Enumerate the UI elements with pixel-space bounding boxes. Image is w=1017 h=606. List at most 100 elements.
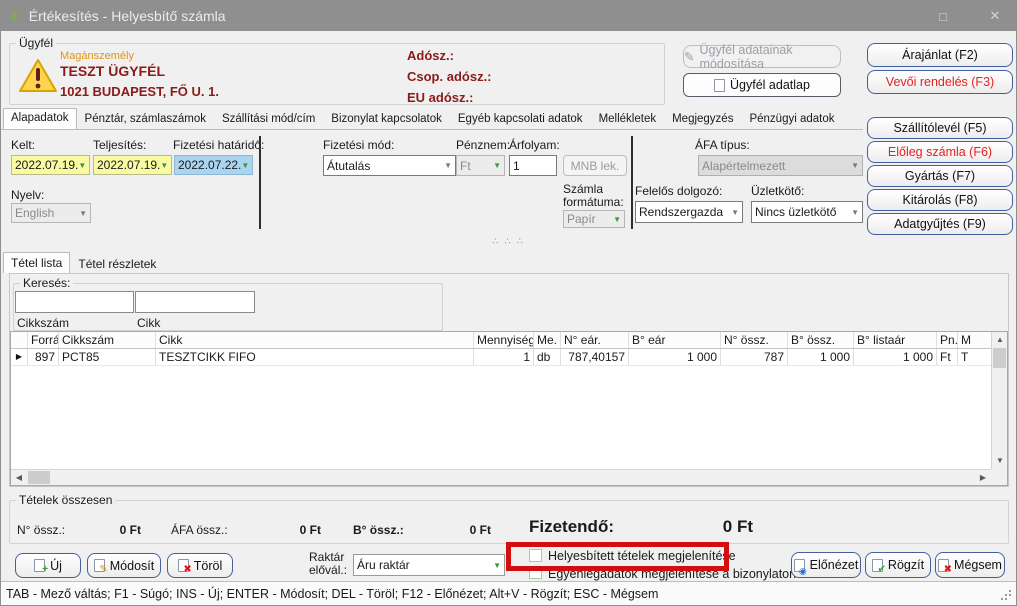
raktar-select[interactable]: Áru raktár ▼ bbox=[353, 554, 505, 576]
horizontal-scrollbar[interactable]: ◀ ▶ bbox=[11, 469, 991, 485]
fizetesi-hatarido-label: Fizetési határidő: bbox=[173, 138, 264, 152]
table-header-cell[interactable]: Pn. bbox=[937, 332, 958, 348]
table-header-row: Forrás Cikkszám Cikk Mennyiség Me. N° eá… bbox=[11, 332, 991, 349]
tab-alapadatok[interactable]: Alapadatok bbox=[3, 108, 77, 129]
chevron-down-icon[interactable]: ▼ bbox=[851, 208, 859, 217]
fizetesi-hatarido-date-picker[interactable]: 2022.07.22. ▼ bbox=[174, 155, 253, 175]
modify-customer-button[interactable]: ✎ Ügyfél adatainak módosítása bbox=[683, 45, 841, 68]
cikkszam-search-input[interactable] bbox=[15, 291, 134, 313]
raktar-value: Áru raktár bbox=[357, 558, 410, 572]
tab-mellekletek[interactable]: Mellékletek bbox=[591, 110, 665, 129]
table-header-cell[interactable]: N° eár. bbox=[561, 332, 629, 348]
table-row[interactable]: ▶ 897 PCT85 TESZTCIKK FIFO 1 db 787,4015… bbox=[11, 349, 991, 366]
tab-penztar-szamlaszamok[interactable]: Pénztár, számlaszámok bbox=[77, 110, 214, 129]
splitter-handle[interactable]: ∴ ∴ ∴ bbox=[1, 233, 1016, 249]
rogzit-button[interactable]: ✔ Rögzít bbox=[865, 552, 931, 578]
nyelv-label: Nyelv: bbox=[11, 188, 44, 202]
customer-datasheet-button[interactable]: Ügyfél adatlap bbox=[683, 73, 841, 97]
chevron-down-icon[interactable]: ▼ bbox=[160, 161, 168, 170]
warning-triangle-icon bbox=[18, 58, 58, 97]
fizetesi-mod-value: Átutalás bbox=[327, 159, 370, 173]
szamla-formatuma-select[interactable]: Papír ▼ bbox=[563, 210, 625, 228]
tab-tetel-lista[interactable]: Tétel lista bbox=[3, 252, 70, 273]
teljesites-date-picker[interactable]: 2022.07.19. ▼ bbox=[93, 155, 172, 175]
table-header-cell[interactable]: B° listaár bbox=[854, 332, 937, 348]
mnb-lekerdezes-button[interactable]: MNB lek. bbox=[563, 155, 627, 176]
red-cross-icon: ✖ bbox=[944, 565, 952, 575]
chevron-down-icon[interactable]: ▼ bbox=[78, 161, 86, 170]
horizontal-scrollbar-thumb[interactable] bbox=[28, 471, 50, 484]
fizetesi-mod-select[interactable]: Átutalás ▼ bbox=[323, 155, 456, 176]
nyelv-select[interactable]: English ▼ bbox=[11, 203, 91, 223]
penznem-select[interactable]: Ft ▼ bbox=[456, 155, 505, 176]
uj-button[interactable]: + Új bbox=[15, 553, 81, 578]
tab-bizonylat-kapcsolatok[interactable]: Bizonylat kapcsolatok bbox=[323, 110, 450, 129]
table-cell: 897 bbox=[28, 349, 59, 365]
kitarolas-button[interactable]: Kitárolás (F8) bbox=[867, 189, 1013, 211]
eloleg-szamla-button[interactable]: Előleg számla (F6) bbox=[867, 141, 1013, 163]
table-header-cell[interactable]: B° össz. bbox=[788, 332, 854, 348]
uzletkoto-select[interactable]: Nincs üzletkötő ▼ bbox=[751, 201, 863, 223]
tab-megjegyzes[interactable]: Megjegyzés bbox=[664, 110, 741, 129]
felelos-dolgozo-select[interactable]: Rendszergazda Ge ▼ bbox=[635, 201, 743, 223]
afa-tipus-select[interactable]: Alapértelmezett ▼ bbox=[698, 155, 863, 176]
table-header-cell[interactable]: N° össz. bbox=[721, 332, 788, 348]
table-header-cell[interactable]: M bbox=[958, 332, 991, 348]
customer-datasheet-label: Ügyfél adatlap bbox=[730, 78, 810, 92]
scroll-down-icon[interactable]: ▼ bbox=[992, 453, 1008, 469]
kelt-date-picker[interactable]: 2022.07.19. ▼ bbox=[11, 155, 90, 175]
chevron-down-icon[interactable]: ▼ bbox=[444, 161, 452, 170]
egyenlegadatok-checkbox-label[interactable]: Egyenlegadatok megjelenítése a bizonylat… bbox=[548, 567, 796, 581]
arfolyam-input[interactable]: 1 bbox=[509, 155, 557, 176]
penznem-value: Ft bbox=[460, 159, 471, 173]
brutto-osszeg-value: 0 Ft bbox=[416, 523, 491, 537]
elonezet-button[interactable]: ◉ Előnézet bbox=[791, 552, 861, 578]
modosit-button[interactable]: ✎ Módosít bbox=[87, 553, 161, 578]
chevron-down-icon: ▼ bbox=[851, 161, 859, 170]
chevron-down-icon[interactable]: ▼ bbox=[493, 561, 501, 570]
torol-button[interactable]: ✖ Töröl bbox=[167, 553, 233, 578]
status-bar-text: TAB - Mező váltás; F1 - Súgó; INS - Új; … bbox=[6, 587, 658, 601]
kitarolas-label: Kitárolás (F8) bbox=[902, 193, 977, 207]
megsem-button[interactable]: ✖ Mégsem bbox=[935, 552, 1005, 578]
chevron-down-icon[interactable]: ▼ bbox=[241, 161, 249, 170]
scroll-up-icon[interactable]: ▲ bbox=[992, 332, 1008, 348]
scroll-right-icon[interactable]: ▶ bbox=[975, 470, 991, 486]
chevron-down-icon[interactable]: ▼ bbox=[731, 208, 739, 217]
szallitolevel-button[interactable]: Szállítólevél (F5) bbox=[867, 117, 1013, 139]
table-header-cell[interactable]: B° eár bbox=[629, 332, 721, 348]
cikk-search-input[interactable] bbox=[135, 291, 255, 313]
table-cell: PCT85 bbox=[59, 349, 156, 365]
maximize-button[interactable]: □ bbox=[930, 9, 956, 24]
items-table: Forrás Cikkszám Cikk Mennyiség Me. N° eá… bbox=[10, 331, 1008, 486]
arajanlat-button[interactable]: Árajánlat (F2) bbox=[867, 43, 1013, 67]
table-header-cell[interactable]: Me. bbox=[534, 332, 561, 348]
fizetesi-hatarido-value: 2022.07.22. bbox=[178, 158, 241, 172]
tab-tetel-reszletek[interactable]: Tétel részletek bbox=[70, 254, 164, 273]
table-header-cell[interactable]: Forrás bbox=[28, 332, 59, 348]
adatgyujtes-button[interactable]: Adatgyűjtés (F9) bbox=[867, 213, 1013, 235]
afa-tipus-label: ÁFA típus: bbox=[695, 138, 750, 152]
helyesbitett-checkbox[interactable] bbox=[529, 549, 542, 562]
helyesbitett-checkbox-label[interactable]: Helyesbített tételek megjelenítése bbox=[548, 549, 736, 563]
title-bar[interactable]: ✳ Értékesítés - Helyesbítő számla □ ✕ bbox=[1, 1, 1016, 31]
tab-egyeb-kapcsolati-adatok[interactable]: Egyéb kapcsolati adatok bbox=[450, 110, 591, 129]
resize-grip[interactable] bbox=[1009, 598, 1011, 600]
gyartas-button[interactable]: Gyártás (F7) bbox=[867, 165, 1013, 187]
szamla-formatuma-value: Papír bbox=[567, 212, 596, 226]
modosit-label: Módosít bbox=[110, 559, 154, 573]
customer-type: Magánszemély bbox=[60, 50, 134, 62]
table-header-cell[interactable]: Mennyiség bbox=[474, 332, 534, 348]
tab-szallitasi-mod[interactable]: Szállítási mód/cím bbox=[214, 110, 323, 129]
table-header-cell[interactable]: Cikkszám bbox=[59, 332, 156, 348]
egyenlegadatok-checkbox[interactable] bbox=[529, 566, 542, 579]
table-header-cell[interactable]: Cikk bbox=[156, 332, 474, 348]
close-button[interactable]: ✕ bbox=[982, 8, 1008, 24]
tab-penzugyi-adatok[interactable]: Pénzügyi adatok bbox=[741, 110, 842, 129]
vertical-scrollbar-thumb[interactable] bbox=[993, 348, 1006, 368]
table-cell: 787 bbox=[721, 349, 788, 365]
vertical-scrollbar[interactable]: ▲ ▼ bbox=[991, 332, 1007, 469]
vevoi-rendeles-button[interactable]: Vevői rendelés (F3) bbox=[867, 70, 1013, 94]
scroll-left-icon[interactable]: ◀ bbox=[11, 470, 27, 486]
search-group-label: Keresés: bbox=[20, 276, 73, 290]
